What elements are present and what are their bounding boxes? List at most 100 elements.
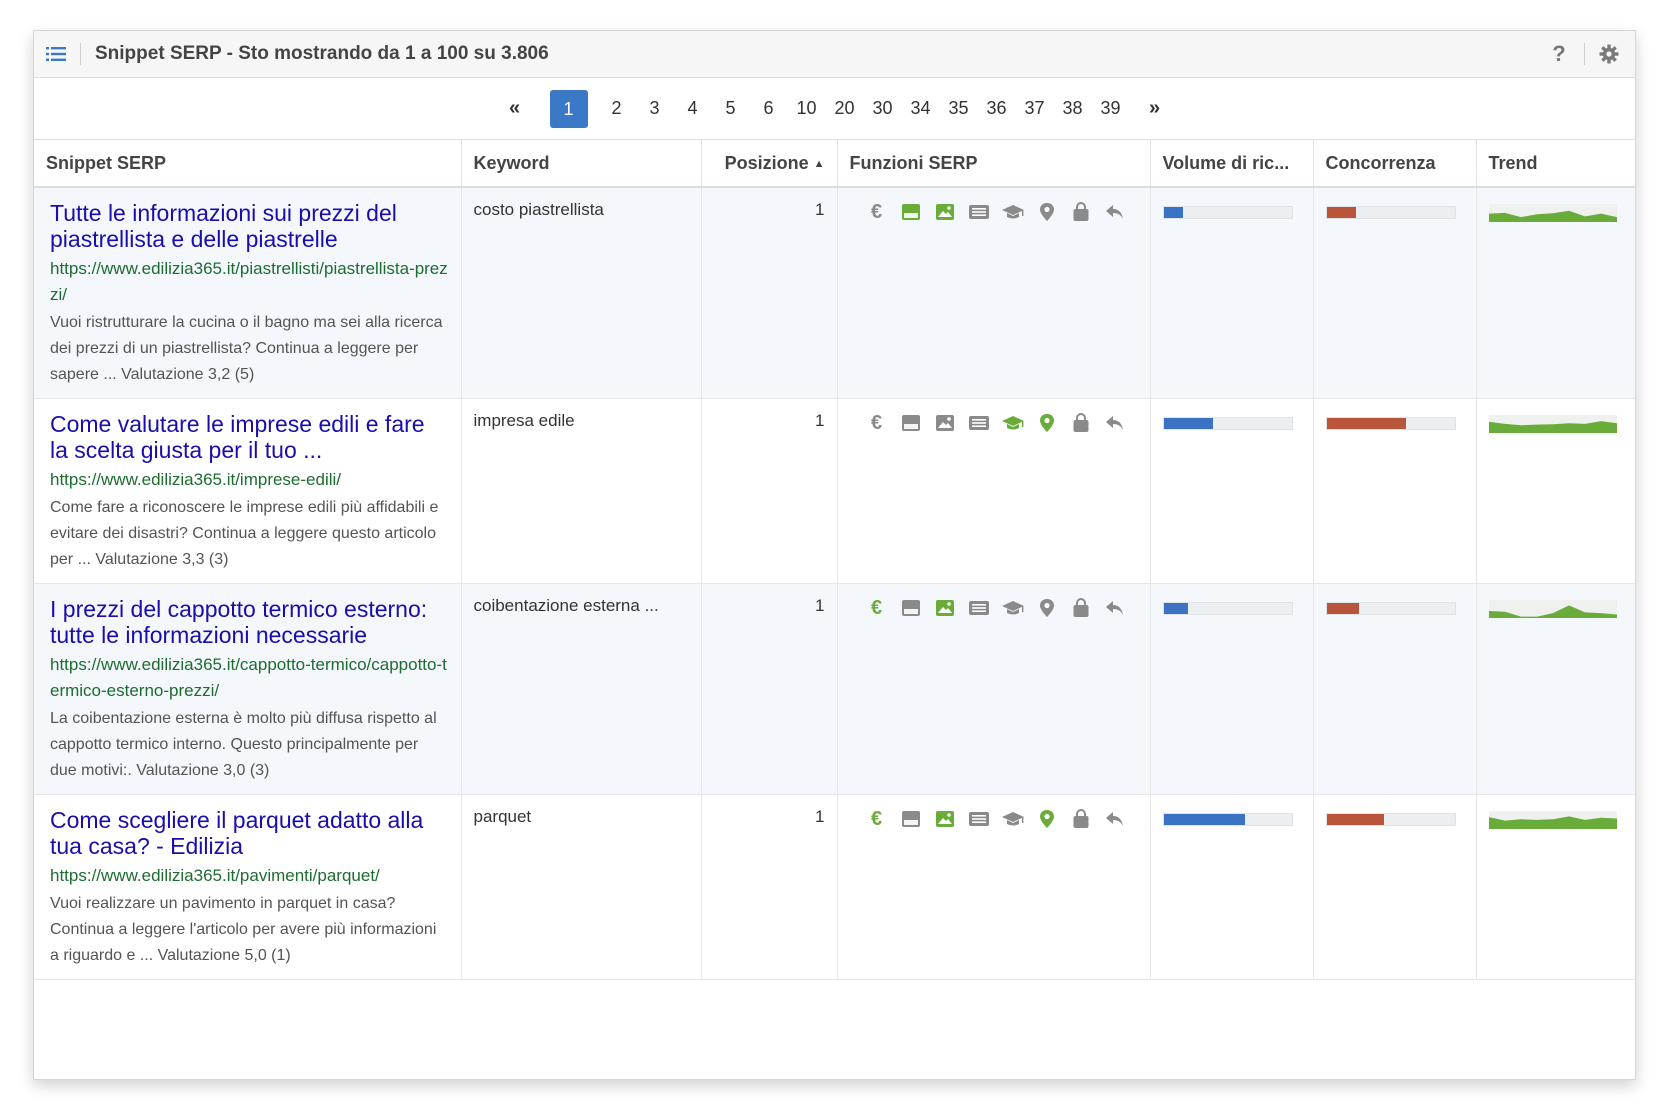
keyword-text[interactable]: coibentazione esterna ... — [474, 596, 689, 616]
volume-bar-fill — [1163, 207, 1183, 218]
page-link[interactable]: 37 — [1024, 98, 1046, 119]
snippet-url[interactable]: https://www.edilizia365.it/imprese-edili… — [50, 467, 449, 493]
snippet-title-link[interactable]: Come valutare le imprese edili e fare la… — [50, 411, 449, 463]
page-link[interactable]: 1 — [549, 89, 588, 128]
map-pin-icon[interactable] — [1030, 411, 1064, 435]
euro-icon[interactable]: € — [860, 807, 894, 831]
column-header-serp-features[interactable]: Funzioni SERP — [837, 140, 1151, 188]
keyword-cell: costo piastrellista — [461, 187, 702, 399]
shopping-bag-icon[interactable] — [1064, 200, 1098, 224]
page-link[interactable]: 6 — [758, 98, 780, 119]
page-link[interactable]: 4 — [682, 98, 704, 119]
news-icon[interactable] — [962, 200, 996, 224]
news-icon[interactable] — [962, 807, 996, 831]
help-icon[interactable]: ? — [1548, 41, 1570, 67]
image-icon[interactable] — [928, 596, 962, 620]
reply-icon[interactable] — [1098, 807, 1132, 831]
serp-features-cell: € — [837, 398, 1151, 584]
competition-bar — [1325, 602, 1456, 615]
graduation-cap-icon[interactable] — [996, 596, 1030, 620]
page-link[interactable]: 38 — [1062, 98, 1084, 119]
graduation-cap-icon[interactable] — [996, 200, 1030, 224]
volume-bar-fill — [1163, 603, 1188, 614]
keyword-text[interactable]: impresa edile — [474, 411, 689, 431]
keyword-text[interactable]: costo piastrellista — [474, 200, 689, 220]
shopping-bag-icon[interactable] — [1064, 596, 1098, 620]
image-icon[interactable] — [928, 807, 962, 831]
news-icon[interactable] — [962, 596, 996, 620]
column-header-snippet[interactable]: Snippet SERP — [34, 140, 462, 188]
map-pin-icon[interactable] — [1030, 596, 1064, 620]
keyword-cell: parquet — [461, 794, 702, 980]
header-divider — [80, 43, 81, 65]
snippet-url[interactable]: https://www.edilizia365.it/cappotto-term… — [50, 652, 449, 704]
page-link[interactable]: 30 — [872, 98, 894, 119]
page-link[interactable]: 2 — [606, 98, 628, 119]
volume-cell — [1150, 794, 1314, 980]
list-icon[interactable] — [46, 45, 68, 63]
news-icon[interactable] — [962, 411, 996, 435]
competition-bar — [1325, 206, 1456, 219]
reply-icon[interactable] — [1098, 596, 1132, 620]
serp-features-cell: € — [837, 187, 1151, 399]
euro-icon[interactable]: € — [860, 596, 894, 620]
column-header-position[interactable]: Posizione ▲ — [701, 140, 838, 188]
position-cell: 1 — [701, 794, 838, 980]
volume-bar — [1162, 813, 1293, 826]
shopping-bag-icon[interactable] — [1064, 807, 1098, 831]
volume-bar — [1162, 417, 1293, 430]
column-header-trend[interactable]: Trend — [1476, 140, 1635, 188]
snippet-title-link[interactable]: I prezzi del cappotto termico esterno: t… — [50, 596, 449, 648]
trend-sparkline — [1488, 811, 1626, 829]
serp-features-cell: € — [837, 583, 1151, 795]
page-link[interactable]: 5 — [720, 98, 742, 119]
snippet-description: Vuoi ristrutturare la cucina o il bagno … — [50, 314, 443, 383]
featured-snippet-icon[interactable] — [894, 411, 928, 435]
featured-snippet-icon[interactable] — [894, 596, 928, 620]
position-value: 1 — [815, 200, 825, 219]
keyword-text[interactable]: parquet — [474, 807, 689, 827]
competition-bar-fill — [1326, 207, 1356, 218]
image-icon[interactable] — [928, 411, 962, 435]
last-page-button[interactable]: » — [1144, 97, 1166, 120]
page-link[interactable]: 3 — [644, 98, 666, 119]
page-link[interactable]: 34 — [910, 98, 932, 119]
featured-snippet-icon[interactable] — [894, 200, 928, 224]
column-header-volume[interactable]: Volume di ric... — [1150, 140, 1314, 188]
page-link[interactable]: 20 — [834, 98, 856, 119]
image-icon[interactable] — [928, 200, 962, 224]
table-row: I prezzi del cappotto termico esterno: t… — [34, 583, 1635, 795]
graduation-cap-icon[interactable] — [996, 411, 1030, 435]
featured-snippet-icon[interactable] — [894, 807, 928, 831]
shopping-bag-icon[interactable] — [1064, 411, 1098, 435]
serp-features-icons: € — [860, 596, 1138, 620]
map-pin-icon[interactable] — [1030, 200, 1064, 224]
page-link[interactable]: 36 — [986, 98, 1008, 119]
snippet-url[interactable]: https://www.edilizia365.it/piastrellisti… — [50, 256, 449, 308]
euro-icon[interactable]: € — [860, 411, 894, 435]
trend-cell — [1476, 187, 1635, 399]
column-header-keyword[interactable]: Keyword — [461, 140, 702, 188]
competition-cell — [1313, 187, 1477, 399]
graduation-cap-icon[interactable] — [996, 807, 1030, 831]
reply-icon[interactable] — [1098, 200, 1132, 224]
column-header-competition[interactable]: Concorrenza — [1313, 140, 1477, 188]
snippet-cell: Come scegliere il parquet adatto alla tu… — [34, 794, 462, 980]
position-cell: 1 — [701, 583, 838, 795]
gear-icon[interactable] — [1599, 43, 1621, 65]
snippet-title-link[interactable]: Come scegliere il parquet adatto alla tu… — [50, 807, 449, 859]
map-pin-icon[interactable] — [1030, 807, 1064, 831]
snippet-url[interactable]: https://www.edilizia365.it/pavimenti/par… — [50, 863, 449, 889]
page-link[interactable]: 39 — [1100, 98, 1122, 119]
serp-table: Snippet SERP Keyword Posizione ▲ Funzioni… — [34, 140, 1635, 980]
position-value: 1 — [815, 411, 825, 430]
table-row: Come valutare le imprese edili e fare la… — [34, 398, 1635, 584]
first-page-button[interactable]: « — [504, 97, 526, 120]
reply-icon[interactable] — [1098, 411, 1132, 435]
competition-bar — [1325, 813, 1456, 826]
snippet-title-link[interactable]: Tutte le informazioni sui prezzi del pia… — [50, 200, 449, 252]
page-link[interactable]: 10 — [796, 98, 818, 119]
page-link[interactable]: 35 — [948, 98, 970, 119]
volume-cell — [1150, 187, 1314, 399]
euro-icon[interactable]: € — [860, 200, 894, 224]
